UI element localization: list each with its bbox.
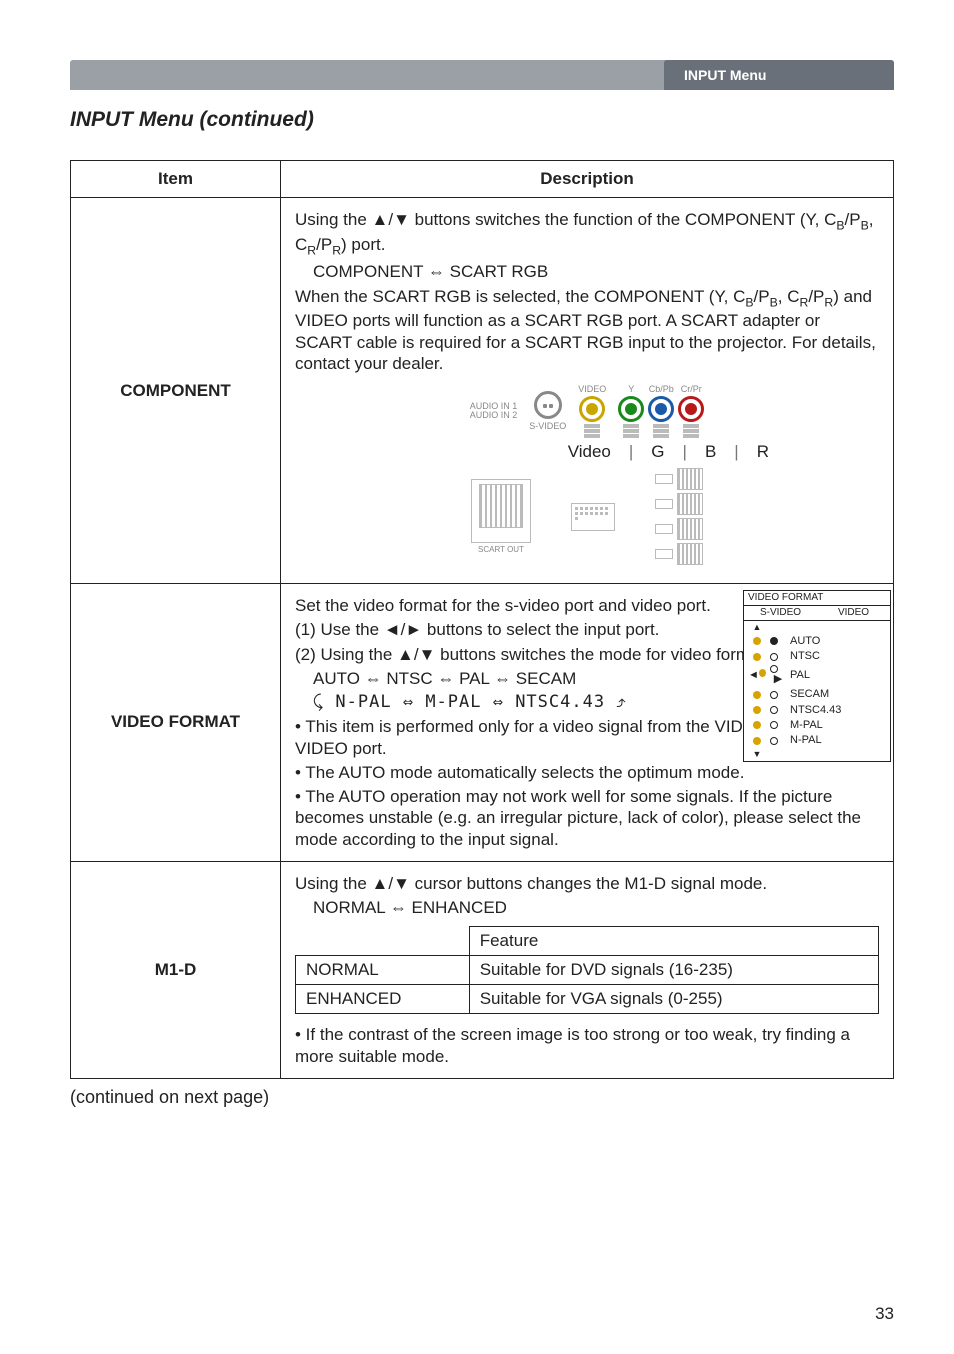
page-title: INPUT Menu (continued) bbox=[70, 108, 894, 132]
row-component-desc: Using the ▲/▼ buttons switches the funct… bbox=[281, 198, 894, 584]
osd-video-format: VIDEO FORMAT S-VIDEO VIDEO ▲ AUTO NTSC ◄… bbox=[743, 590, 891, 762]
scart-connector-icon bbox=[471, 479, 531, 543]
osd-opt-1: NTSC bbox=[790, 650, 820, 663]
label-video: VIDEO bbox=[578, 384, 606, 394]
continued-note: (continued on next page) bbox=[70, 1087, 894, 1108]
gbr-r: R bbox=[757, 442, 769, 462]
osd-opt-5: M-PAL bbox=[790, 719, 823, 732]
label-cbpb: Cb/Pb bbox=[649, 384, 674, 394]
col-head-item: Item bbox=[71, 161, 281, 198]
vf-b3: • The AUTO operation may not work well f… bbox=[295, 786, 879, 850]
row-videoformat-desc: Set the video format for the s-video por… bbox=[281, 584, 894, 862]
label-audio-in-2: AUDIO IN 2 bbox=[470, 411, 518, 420]
input-menu-table: Item Description COMPONENT Using the ▲/▼… bbox=[70, 160, 894, 1079]
osd-tab-svideo: S-VIDEO bbox=[744, 606, 817, 620]
svideo-port-icon bbox=[534, 391, 562, 419]
osd-title: VIDEO FORMAT bbox=[744, 591, 890, 606]
col-head-desc: Description bbox=[281, 161, 894, 198]
osd-opt-2: PAL bbox=[790, 669, 810, 682]
rca-cb-icon bbox=[648, 396, 674, 422]
osd-opt-6: N-PAL bbox=[790, 734, 822, 747]
row-component-item: COMPONENT bbox=[71, 198, 281, 584]
inner-r2c2: Suitable for VGA signals (0-255) bbox=[469, 985, 878, 1014]
osd-opt-4: NTSC4.43 bbox=[790, 704, 841, 717]
header-bar: INPUT Menu bbox=[70, 60, 894, 90]
component-p1: Using the ▲/▼ buttons switches the funct… bbox=[295, 209, 879, 258]
m1d-note: • If the contrast of the screen image is… bbox=[295, 1024, 879, 1067]
rca-cr-icon bbox=[678, 396, 704, 422]
gbr-g: G bbox=[651, 442, 664, 462]
vf-b2: • The AUTO mode automatically selects th… bbox=[295, 762, 879, 783]
gbr-b: B bbox=[705, 442, 716, 462]
component-mode-line: COMPONENT ⇔ SCART RGB bbox=[295, 261, 879, 282]
osd-opt-0: AUTO bbox=[790, 635, 820, 648]
gbr-labels: Video| G| B| R bbox=[295, 442, 879, 462]
label-svideo: S-VIDEO bbox=[529, 421, 566, 431]
vga-connector-icon bbox=[571, 503, 615, 531]
m1d-inner-table: Feature NORMAL Suitable for DVD signals … bbox=[295, 926, 879, 1014]
inner-h2: Feature bbox=[469, 927, 878, 956]
grid-icon bbox=[584, 424, 600, 438]
label-scart-out: SCART OUT bbox=[478, 545, 524, 554]
component-ports-diagram: AUDIO IN 1 AUDIO IN 2 S-VIDEO VIDEO bbox=[295, 384, 879, 438]
m1d-mode-line: NORMAL ⇔ ENHANCED bbox=[295, 897, 879, 918]
gbr-video: Video bbox=[568, 442, 611, 462]
osd-opt-3: SECAM bbox=[790, 688, 829, 701]
inner-r1c2: Suitable for DVD signals (16-235) bbox=[469, 956, 878, 985]
scart-diagram: SCART OUT bbox=[295, 468, 879, 565]
label-crpr: Cr/Pr bbox=[681, 384, 702, 394]
inner-r1c1: NORMAL bbox=[296, 956, 470, 985]
header-section-tag: INPUT Menu bbox=[664, 60, 894, 90]
component-p2: When the SCART RGB is selected, the COMP… bbox=[295, 286, 879, 374]
cable-plugs-icon bbox=[655, 468, 703, 565]
inner-r2c1: ENHANCED bbox=[296, 985, 470, 1014]
label-y: Y bbox=[628, 384, 634, 394]
m1d-p1: Using the ▲/▼ cursor buttons changes the… bbox=[295, 873, 879, 894]
rca-video-icon bbox=[579, 396, 605, 422]
osd-tab-video: VIDEO bbox=[817, 606, 890, 620]
row-m1d-item: M1-D bbox=[71, 861, 281, 1078]
rca-y-icon bbox=[618, 396, 644, 422]
row-videoformat-item: VIDEO FORMAT bbox=[71, 584, 281, 862]
page-number: 33 bbox=[875, 1304, 894, 1324]
row-m1d-desc: Using the ▲/▼ cursor buttons changes the… bbox=[281, 861, 894, 1078]
